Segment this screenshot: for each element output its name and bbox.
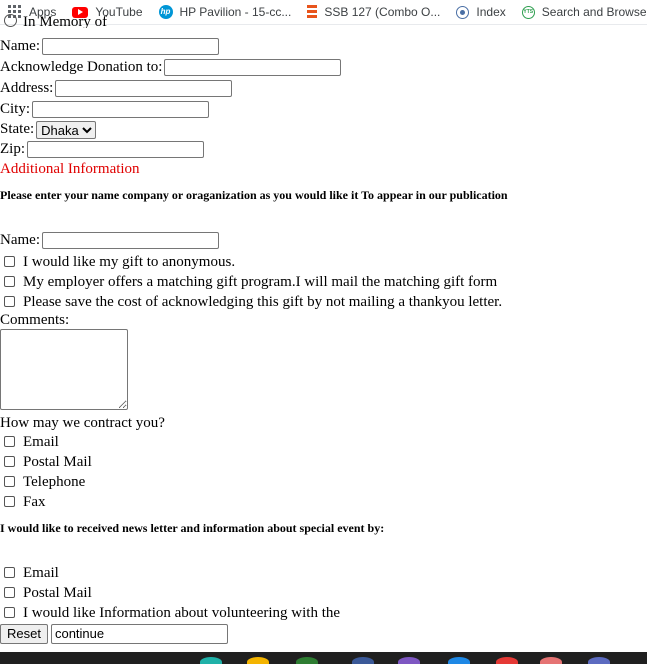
contact-option-label: Fax: [23, 494, 46, 510]
news-email-row: Email: [0, 563, 59, 583]
bookmark-index[interactable]: Index: [456, 5, 506, 19]
contact-option-label: Email: [23, 434, 59, 450]
bookmark-hp[interactable]: hp HP Pavilion - 15-cc...: [158, 5, 292, 19]
bookmark-label: SSB 127 (Combo O...: [324, 5, 441, 19]
contact-email-checkbox[interactable]: [4, 436, 15, 447]
news-postal-row: Postal Mail: [0, 583, 92, 603]
address-input[interactable]: [55, 80, 233, 98]
contact-email-row: Email: [0, 432, 59, 452]
news-email-checkbox[interactable]: [4, 567, 15, 578]
news-volunteer-checkbox[interactable]: [4, 607, 15, 618]
news-option-label: Postal Mail: [23, 585, 92, 601]
state-label: State:: [0, 121, 35, 137]
taskbar-app-icon[interactable]: [247, 657, 269, 664]
news-volunteer-row: I would like Information about volunteer…: [0, 603, 340, 623]
name2-label: Name:: [0, 232, 40, 248]
contact-postal-row: Postal Mail: [0, 452, 92, 472]
additional-heading: Additional Information: [0, 161, 140, 177]
contact-postal-checkbox[interactable]: [4, 456, 15, 467]
contact-fax-row: Fax: [0, 492, 46, 512]
zip-label: Zip:: [0, 141, 25, 157]
memory-radio[interactable]: [4, 14, 17, 27]
bookmark-search-browse[interactable]: YTS Search and Browse: [521, 5, 647, 19]
ack-label: Acknowledge Donation to:: [0, 59, 163, 75]
news-option-label: Email: [23, 565, 59, 581]
continue-input[interactable]: [50, 623, 228, 644]
contact-fax-checkbox[interactable]: [4, 496, 15, 507]
bookmark-ssb[interactable]: SSB 127 (Combo O...: [307, 5, 440, 19]
news-option-label: I would like Information about volunteer…: [23, 605, 341, 621]
name-row: Name:: [0, 36, 219, 56]
save-cost-label: Please save the cost of acknowledging th…: [23, 294, 503, 310]
actions-row: Reset: [0, 623, 228, 645]
news-postal-checkbox[interactable]: [4, 587, 15, 598]
state-select[interactable]: Dhaka: [36, 120, 97, 139]
name2-input[interactable]: [41, 232, 219, 250]
memory-row: In Memory of: [0, 14, 107, 28]
city-label: City:: [0, 101, 31, 117]
ssb-icon: [307, 5, 318, 19]
name-input[interactable]: [41, 38, 219, 56]
contact-question: How may we contract you?: [0, 415, 165, 431]
save-cost-row: Please save the cost of acknowledging th…: [0, 292, 502, 312]
taskbar-app-icon[interactable]: [496, 657, 518, 664]
contact-option-label: Telephone: [23, 474, 86, 490]
contact-telephone-row: Telephone: [0, 472, 85, 492]
comments-textarea[interactable]: [0, 329, 128, 410]
taskbar-app-icon[interactable]: [448, 657, 470, 664]
employer-label: My employer offers a matching gift progr…: [23, 274, 498, 290]
employer-checkbox[interactable]: [4, 276, 15, 287]
taskbar-app-icon[interactable]: [588, 657, 610, 664]
anonymous-label: I would like my gift to anonymous.: [23, 254, 236, 270]
comments-label: Comments:: [0, 312, 70, 328]
index-icon: [456, 5, 470, 19]
taskbar-app-icon[interactable]: [352, 657, 374, 664]
newsletter-note: I would like to received news letter and…: [0, 521, 385, 535]
yts-icon: YTS: [521, 5, 535, 19]
taskbar-app-icon[interactable]: [200, 657, 222, 664]
anonymous-checkbox[interactable]: [4, 256, 15, 267]
city-row: City:: [0, 99, 210, 119]
hp-icon: hp: [158, 5, 173, 19]
taskbar-app-icon[interactable]: [398, 657, 420, 664]
save-cost-checkbox[interactable]: [4, 296, 15, 307]
zip-input[interactable]: [27, 141, 204, 159]
memory-label: In Memory of: [23, 14, 108, 29]
taskbar-app-icon[interactable]: [296, 657, 318, 664]
taskbar-app-icon[interactable]: [540, 657, 562, 664]
bookmark-label: HP Pavilion - 15-cc...: [179, 5, 292, 19]
name-label: Name:: [0, 38, 40, 54]
bookmark-label: Index: [476, 5, 506, 19]
contact-telephone-checkbox[interactable]: [4, 476, 15, 487]
zip-row: Zip:: [0, 139, 204, 159]
contact-option-label: Postal Mail: [23, 454, 92, 470]
ack-input[interactable]: [164, 59, 342, 77]
employer-row: My employer offers a matching gift progr…: [0, 272, 497, 292]
name2-row: Name:: [0, 230, 219, 250]
ack-row: Acknowledge Donation to:: [0, 57, 342, 77]
state-row: State: Dhaka: [0, 119, 97, 139]
reset-button[interactable]: Reset: [0, 623, 48, 644]
bookmark-label: Search and Browse: [541, 5, 647, 19]
taskbar: [0, 652, 647, 664]
publication-note: Please enter your name company or oragan…: [0, 188, 508, 202]
address-row: Address:: [0, 78, 233, 98]
address-label: Address:: [0, 80, 54, 96]
anonymous-row: I would like my gift to anonymous.: [0, 252, 235, 272]
city-input[interactable]: [32, 101, 210, 119]
